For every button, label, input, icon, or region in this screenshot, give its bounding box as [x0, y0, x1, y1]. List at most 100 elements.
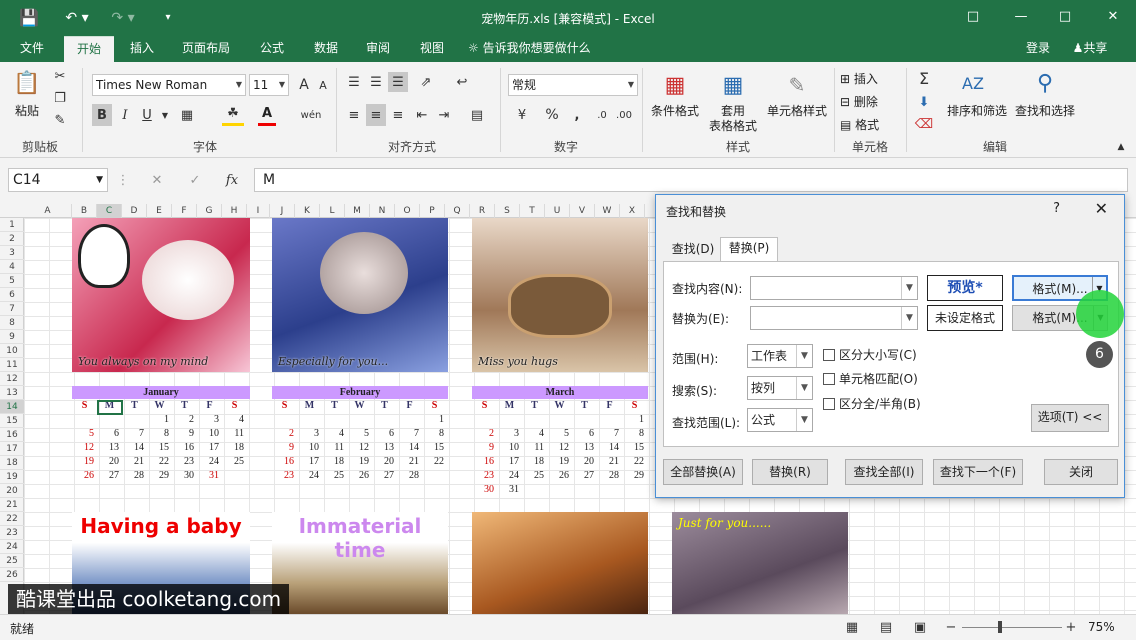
calendar-day[interactable]: 21	[122, 456, 144, 467]
formula-input[interactable]: M	[254, 168, 1128, 192]
calendar-day[interactable]: 20	[572, 456, 594, 467]
zoom-slider-thumb[interactable]	[998, 621, 1002, 633]
find-select-icon[interactable]: ⚲	[1030, 68, 1060, 98]
tab-review[interactable]: 审阅	[356, 36, 400, 62]
calendar-day[interactable]: 6	[372, 428, 394, 439]
replace-button[interactable]: 替换(R)	[752, 459, 828, 485]
calendar-day[interactable]: 3	[197, 414, 219, 425]
calendar-day[interactable]: 12	[547, 442, 569, 453]
currency-icon[interactable]: ¥	[508, 104, 536, 126]
autosum-icon[interactable]: Σ	[914, 68, 934, 88]
column-header[interactable]: V	[570, 204, 595, 218]
calendar-day[interactable]: 15	[422, 442, 444, 453]
column-header[interactable]: W	[595, 204, 620, 218]
zoom-slider[interactable]	[962, 627, 1062, 628]
minimize-icon[interactable]: —	[1006, 6, 1036, 28]
row-header[interactable]: 12	[0, 372, 24, 386]
chevron-down-icon[interactable]: ▼	[901, 307, 917, 329]
calendar-day[interactable]: 17	[297, 456, 319, 467]
match-width-checkbox[interactable]: 区分全/半角(B)	[823, 397, 921, 411]
bold-button[interactable]: B	[92, 104, 112, 126]
calendar-day[interactable]: 14	[597, 442, 619, 453]
calendar-day[interactable]: 28	[397, 470, 419, 481]
page-layout-view-icon[interactable]: ▤	[878, 619, 894, 635]
calendar-day[interactable]: 28	[122, 470, 144, 481]
row-header[interactable]: 1	[0, 218, 24, 232]
calendar-day[interactable]: 11	[322, 442, 344, 453]
tab-file[interactable]: 文件	[8, 36, 56, 62]
calendar-day[interactable]: 2	[472, 428, 494, 439]
row-header[interactable]: 16	[0, 428, 24, 442]
calendar-day[interactable]: 9	[472, 442, 494, 453]
tab-page-layout[interactable]: 页面布局	[172, 36, 240, 62]
calendar-day[interactable]: 26	[547, 470, 569, 481]
replace-all-button[interactable]: 全部替换(A)	[663, 459, 743, 485]
copy-icon[interactable]: ❐	[52, 90, 68, 106]
row-header[interactable]: 21	[0, 498, 24, 512]
calendar-day[interactable]: 23	[472, 470, 494, 481]
calendar-day[interactable]: 24	[497, 470, 519, 481]
find-all-button[interactable]: 查找全部(I)	[845, 459, 923, 485]
tab-formulas[interactable]: 公式	[250, 36, 294, 62]
row-header[interactable]: 19	[0, 470, 24, 484]
calendar-day[interactable]: 4	[522, 428, 544, 439]
tell-me-search[interactable]: ☼ 告诉我你想要做什么	[468, 36, 608, 62]
normal-view-icon[interactable]: ▦	[844, 619, 860, 635]
insert-cells-button[interactable]: ⊞ 插入	[840, 70, 902, 87]
calendar-day[interactable]: 16	[172, 442, 194, 453]
row-header[interactable]: 3	[0, 246, 24, 260]
column-header[interactable]: M	[345, 204, 370, 218]
calendar-day[interactable]: 20	[372, 456, 394, 467]
column-header[interactable]: J	[270, 204, 295, 218]
decrease-indent-icon[interactable]: ⇤	[412, 104, 432, 126]
find-what-input[interactable]: ▼	[750, 276, 918, 300]
column-header[interactable]: E	[147, 204, 172, 218]
wrap-text-icon[interactable]: ↩	[452, 72, 472, 92]
cell-styles-icon[interactable]: ✎	[780, 68, 814, 102]
column-header[interactable]: L	[320, 204, 345, 218]
share-button[interactable]: ♟共享	[1062, 36, 1118, 62]
row-header[interactable]: 23	[0, 526, 24, 540]
row-header[interactable]: 9	[0, 330, 24, 344]
calendar-day[interactable]: 30	[172, 470, 194, 481]
row-header[interactable]: 24	[0, 540, 24, 554]
row-header[interactable]: 13	[0, 386, 24, 400]
cell-styles-button[interactable]: 单元格样式	[762, 102, 832, 119]
replace-with-input[interactable]: ▼	[750, 306, 918, 330]
column-header[interactable]: O	[395, 204, 420, 218]
chevron-down-icon[interactable]: ▼	[160, 104, 170, 126]
close-icon[interactable]: ✕	[1098, 6, 1128, 28]
calendar-day[interactable]: 25	[522, 470, 544, 481]
row-header[interactable]: 20	[0, 484, 24, 498]
format-painter-icon[interactable]: ✎	[52, 112, 68, 128]
calendar-day[interactable]: 2	[272, 428, 294, 439]
row-header[interactable]: 26	[0, 568, 24, 582]
calendar-day[interactable]: 7	[597, 428, 619, 439]
find-next-button[interactable]: 查找下一个(F)	[933, 459, 1023, 485]
align-top-icon[interactable]: ☰	[344, 72, 364, 92]
calendar-day[interactable]: 27	[572, 470, 594, 481]
column-header[interactable]: B	[72, 204, 97, 218]
insert-function-icon[interactable]: fx	[220, 170, 244, 190]
calendar-day[interactable]: 15	[622, 442, 644, 453]
calendar-day[interactable]: 21	[597, 456, 619, 467]
tab-insert[interactable]: 插入	[120, 36, 164, 62]
calendar-day[interactable]: 6	[572, 428, 594, 439]
increase-decimal-icon[interactable]: .0	[592, 104, 612, 126]
grow-font-icon[interactable]: A	[295, 74, 313, 96]
checkbox-box[interactable]	[823, 349, 835, 361]
calendar-day[interactable]: 1	[422, 414, 444, 425]
column-header[interactable]: Q	[445, 204, 470, 218]
shrink-font-icon[interactable]: A	[315, 74, 331, 96]
column-header[interactable]: X	[620, 204, 645, 218]
zoom-out-icon[interactable]: −	[944, 619, 958, 635]
maximize-icon[interactable]: □	[1050, 6, 1080, 28]
zoom-in-icon[interactable]: +	[1064, 619, 1078, 635]
calendar-day[interactable]: 17	[197, 442, 219, 453]
active-cell[interactable]	[97, 400, 123, 415]
match-entire-cell-checkbox[interactable]: 单元格匹配(O)	[823, 372, 918, 386]
align-middle-icon[interactable]: ☰	[366, 72, 386, 92]
tab-find[interactable]: 查找(D)	[670, 239, 716, 261]
row-header[interactable]: 11	[0, 358, 24, 372]
calendar-day[interactable]: 22	[147, 456, 169, 467]
